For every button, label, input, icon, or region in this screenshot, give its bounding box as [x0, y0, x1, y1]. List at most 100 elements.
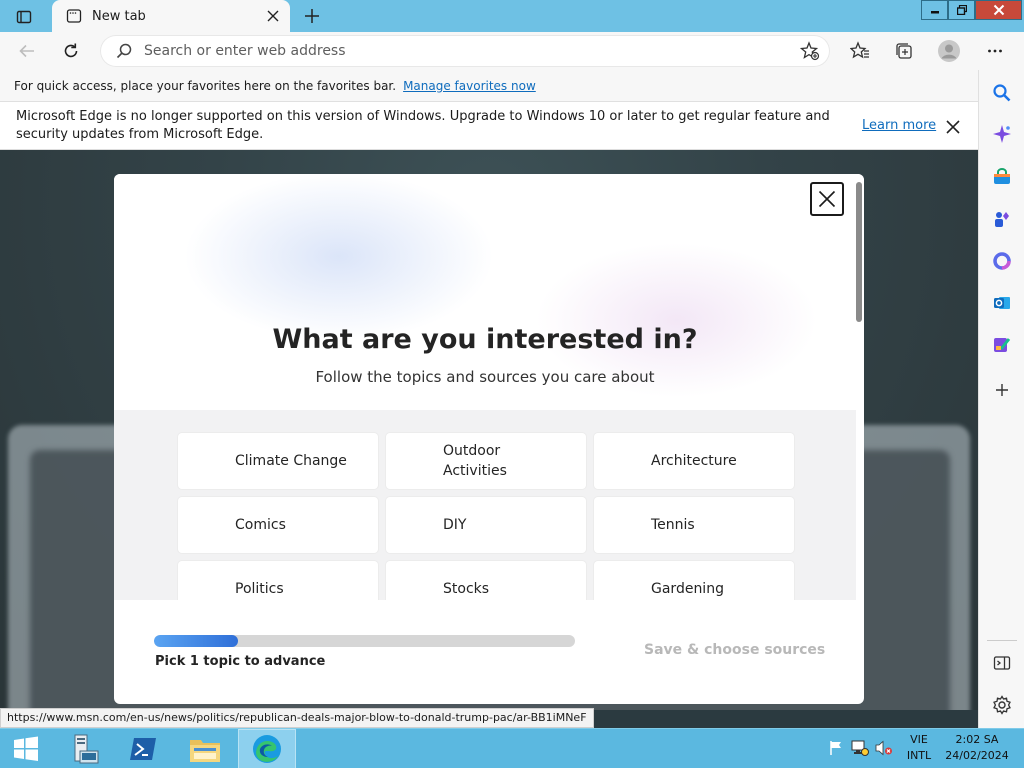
games-icon: [995, 212, 1009, 227]
search-icon: [993, 84, 1011, 102]
shopping-icon: [994, 168, 1010, 184]
system-clock[interactable]: 2:02 SA 24/02/2024: [944, 732, 1010, 764]
taskbar-server-manager[interactable]: [55, 729, 111, 768]
topic-climate-change[interactable]: Climate Change: [178, 433, 378, 489]
topic-progress-bar: [154, 635, 575, 647]
start-button[interactable]: [0, 729, 52, 768]
sidebar-designer-button[interactable]: [987, 330, 1017, 360]
topic-tennis[interactable]: Tennis: [594, 497, 794, 553]
restore-icon: [956, 5, 967, 15]
edge-icon: [253, 735, 281, 763]
topic-progress-fill: [154, 635, 239, 647]
interests-dialog: What are you interested in? Follow the t…: [114, 174, 864, 704]
sidebar-games-button[interactable]: [987, 204, 1017, 234]
action-center-flag[interactable]: [827, 739, 845, 757]
manage-favorites-link[interactable]: Manage favorites now: [403, 79, 536, 93]
language-code: VIE: [910, 733, 928, 746]
topic-stocks[interactable]: Stocks: [386, 561, 586, 600]
address-placeholder: Search or enter web address: [144, 43, 346, 59]
powershell-icon: [130, 738, 156, 760]
topic-politics[interactable]: Politics: [178, 561, 378, 600]
unsupported-os-infobar: Microsoft Edge is no longer supported on…: [0, 102, 978, 150]
favorites-button[interactable]: [845, 36, 875, 66]
sidebar-shopping-button[interactable]: [987, 162, 1017, 192]
dismiss-infobar-button[interactable]: [942, 116, 964, 138]
browser-toolbar: Search or enter web address: [0, 32, 1024, 70]
back-button[interactable]: [12, 36, 42, 66]
add-icon: [996, 384, 1008, 396]
sidebar-microsoft365-button[interactable]: [987, 246, 1017, 276]
edge-sidebar: [978, 70, 1024, 728]
minimize-button[interactable]: [921, 0, 948, 20]
network-icon: [851, 740, 869, 756]
close-icon: [993, 4, 1004, 16]
tab-actions-icon: [16, 10, 32, 24]
dialog-scrollbar[interactable]: [856, 182, 862, 322]
volume-muted-icon: [875, 740, 892, 756]
input-language-indicator[interactable]: VIE INTL: [903, 732, 935, 764]
topics-grid: Climate Change Outdoor Activities Archit…: [114, 410, 856, 600]
sidebar-outlook-button[interactable]: [987, 288, 1017, 318]
favorites-bar: For quick access, place your favorites h…: [0, 70, 978, 102]
sidebar-search-button[interactable]: [987, 78, 1017, 108]
avatar-icon: [938, 40, 960, 62]
copilot-icon: [993, 125, 1011, 143]
microsoft365-icon: [993, 252, 1011, 270]
topic-outdoor-activities[interactable]: Outdoor Activities: [386, 433, 586, 489]
infobar-message: Microsoft Edge is no longer supported on…: [16, 109, 830, 142]
add-favorite-button[interactable]: [795, 36, 825, 66]
sidebar-add-button[interactable]: [987, 375, 1017, 405]
dialog-subtitle: Follow the topics and sources you care a…: [315, 368, 655, 386]
settings-and-more-button[interactable]: [980, 36, 1010, 66]
close-window-button[interactable]: [975, 0, 1022, 20]
learn-more-link[interactable]: Learn more: [862, 118, 936, 133]
back-arrow-icon: [19, 44, 34, 58]
clock-date: 24/02/2024: [945, 749, 1009, 762]
taskbar-microsoft-edge[interactable]: [238, 729, 296, 768]
tab-actions-button[interactable]: [8, 4, 40, 30]
refresh-button[interactable]: [56, 36, 86, 66]
profile-button[interactable]: [934, 36, 964, 66]
network-status[interactable]: [851, 739, 869, 757]
close-icon: [818, 190, 836, 208]
new-tab-button[interactable]: [298, 2, 326, 30]
taskbar-file-explorer[interactable]: [177, 729, 233, 768]
settings-icon: [993, 695, 1011, 715]
status-url: https://www.msn.com/en-us/news/politics/…: [0, 708, 594, 728]
taskbar-powershell[interactable]: [115, 729, 171, 768]
progress-hint: Pick 1 topic to advance: [155, 654, 326, 669]
refresh-icon: [64, 43, 78, 58]
more-icon: [988, 49, 1002, 53]
sidebar-settings-button[interactable]: [987, 690, 1017, 720]
outlook-icon: [994, 297, 1010, 309]
taskbar: VIE INTL 2:02 SA 24/02/2024: [0, 728, 1024, 768]
save-and-choose-sources-button[interactable]: Save & choose sources: [644, 642, 825, 658]
address-bar[interactable]: Search or enter web address: [100, 35, 830, 67]
tab-title: New tab: [92, 8, 146, 24]
search-icon: [116, 43, 132, 59]
dialog-close-button[interactable]: [810, 182, 844, 216]
collections-icon: [896, 43, 912, 59]
restore-button[interactable]: [948, 0, 975, 20]
volume-status[interactable]: [875, 739, 893, 757]
tab-new-tab[interactable]: New tab: [52, 0, 290, 32]
flag-icon: [830, 741, 841, 755]
topic-gardening[interactable]: Gardening: [594, 561, 794, 600]
close-icon: [267, 10, 279, 22]
collections-button[interactable]: [889, 36, 919, 66]
topic-comics[interactable]: Comics: [178, 497, 378, 553]
topic-diy[interactable]: DIY: [386, 497, 586, 553]
topic-architecture[interactable]: Architecture: [594, 433, 794, 489]
new-tab-favicon-icon: [66, 9, 82, 23]
minimize-icon: [930, 11, 939, 14]
windows-logo-icon: [14, 736, 38, 761]
sidebar-copilot-button[interactable]: [987, 119, 1017, 149]
close-tab-button[interactable]: [260, 3, 286, 29]
file-explorer-icon: [190, 740, 220, 762]
server-manager-icon: [74, 734, 99, 764]
sidebar-hide-button[interactable]: [987, 648, 1017, 678]
dialog-title: What are you interested in?: [272, 324, 698, 355]
sidebar-divider: [987, 640, 1017, 641]
designer-icon: [994, 338, 1011, 352]
keyboard-layout: INTL: [906, 749, 932, 762]
